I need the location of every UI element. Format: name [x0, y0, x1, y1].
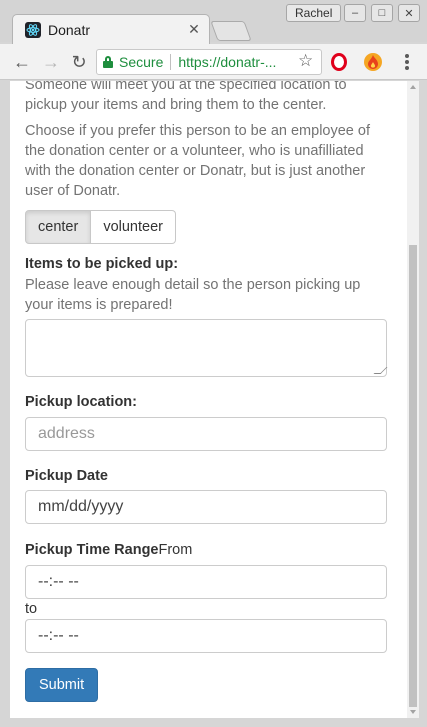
- scroll-down-icon[interactable]: [410, 710, 416, 714]
- tab-title: Donatr: [48, 21, 91, 38]
- time-label-text: Pickup Time Range: [25, 542, 159, 558]
- page-viewport: Someone will meet you at the specified l…: [10, 81, 407, 718]
- scrollbar-thumb[interactable]: [409, 245, 417, 707]
- choose-text: Choose if you prefer this person to be a…: [25, 123, 370, 199]
- scrollbar[interactable]: [407, 81, 419, 718]
- center-option-button[interactable]: center: [25, 210, 92, 244]
- intro-text: Someone will meet you at the specified l…: [25, 81, 347, 113]
- forward-arrow-icon[interactable]: →: [39, 50, 63, 74]
- title-bar: Donatr ✕ Rachel – □ ✕: [0, 0, 427, 44]
- flame-icon[interactable]: [364, 53, 382, 71]
- profile-button[interactable]: Rachel: [286, 4, 342, 22]
- react-icon: [25, 21, 41, 38]
- date-label: Pickup Date: [25, 468, 108, 484]
- submit-button[interactable]: Submit: [25, 668, 99, 702]
- location-placeholder: address: [38, 425, 95, 442]
- omnibox-divider: [170, 54, 172, 70]
- date-value: mm/dd/yyyy: [38, 498, 124, 515]
- url-text: https://donatr-...: [178, 54, 277, 70]
- lock-icon: [103, 56, 113, 68]
- pickup-person-toggle: center volunteer: [25, 210, 176, 244]
- back-arrow-icon[interactable]: ←: [10, 50, 34, 74]
- time-end-value: --:-- --: [38, 627, 79, 644]
- items-help-text: Please leave enough detail so the person…: [25, 277, 361, 313]
- new-tab-button[interactable]: [210, 21, 252, 41]
- browser-toolbar: ← → ↻ Secure https://donatr-... ☆: [0, 44, 427, 80]
- bookmark-star-icon[interactable]: ☆: [298, 52, 313, 70]
- volunteer-option-button[interactable]: volunteer: [91, 210, 176, 244]
- minimize-icon[interactable]: –: [344, 4, 366, 22]
- maximize-icon[interactable]: □: [371, 4, 393, 22]
- to-label: to: [25, 601, 38, 617]
- items-textarea[interactable]: [25, 319, 388, 377]
- more-menu-icon[interactable]: [405, 54, 409, 70]
- items-label: Items to be picked up:: [25, 256, 179, 272]
- from-label: From: [158, 542, 193, 558]
- reload-icon[interactable]: ↻: [67, 50, 91, 74]
- secure-label: Secure: [119, 54, 164, 70]
- time-start-input[interactable]: --:-- --: [25, 565, 387, 599]
- close-tab-icon[interactable]: ✕: [185, 21, 203, 39]
- resize-handle-icon[interactable]: [373, 367, 388, 374]
- address-bar[interactable]: Secure https://donatr-...: [96, 49, 322, 75]
- time-range-label: Pickup Time RangeFrom: [25, 542, 192, 558]
- scroll-up-icon[interactable]: [410, 85, 416, 89]
- time-start-value: --:-- --: [38, 573, 79, 590]
- time-end-input[interactable]: --:-- --: [25, 619, 387, 653]
- browser-tab[interactable]: Donatr ✕: [12, 14, 210, 44]
- date-input[interactable]: mm/dd/yyyy: [25, 490, 387, 524]
- location-label: Pickup location:: [25, 394, 137, 410]
- location-input[interactable]: address: [25, 417, 387, 451]
- close-window-icon[interactable]: ✕: [398, 4, 420, 22]
- opera-icon[interactable]: [331, 53, 347, 71]
